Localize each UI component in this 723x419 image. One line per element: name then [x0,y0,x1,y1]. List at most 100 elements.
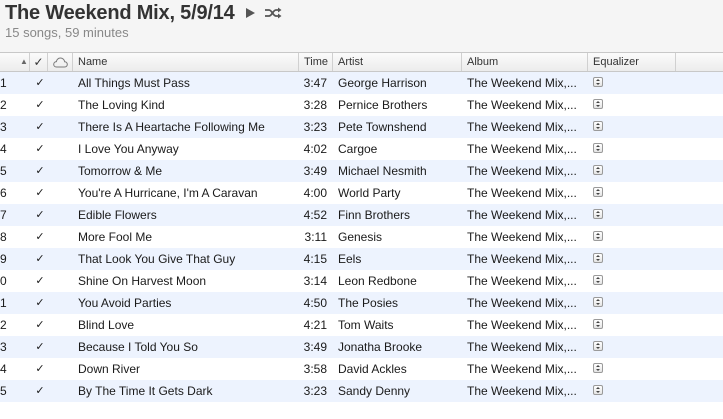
track-number: 7 [0,208,7,222]
track-artist: Eels [338,252,362,266]
equalizer-stepper-icon[interactable] [593,209,603,219]
track-name: More Fool Me [78,230,153,244]
equalizer-stepper-icon[interactable] [593,77,603,87]
track-time: 3:47 [303,76,327,90]
equalizer-stepper-icon[interactable] [593,341,603,351]
track-name: Shine On Harvest Moon [78,274,207,288]
track-time: 4:21 [303,318,327,332]
track-time: 3:14 [303,274,327,288]
track-checkbox[interactable]: ✓ [34,94,46,116]
track-time: 3:49 [303,164,327,178]
equalizer-stepper-icon[interactable] [593,319,603,329]
track-checkbox[interactable]: ✓ [34,204,46,226]
column-header-equalizer[interactable]: Equalizer [588,53,676,71]
track-artist: Michael Nesmith [338,164,427,178]
track-album: The Weekend Mix,... [467,76,577,90]
track-checkbox[interactable]: ✓ [34,160,46,182]
column-header-time[interactable]: Time [299,53,333,71]
track-equalizer [593,226,605,248]
equalizer-stepper-icon[interactable] [593,99,603,109]
track-name: Edible Flowers [78,208,157,222]
column-header-artist[interactable]: Artist [333,53,462,71]
playlist-summary: 15 songs, 59 minutes [5,25,129,40]
track-artist: The Posies [338,296,399,310]
track-checkbox[interactable]: ✓ [34,314,46,336]
track-time: 3:23 [303,120,327,134]
track-name: There Is A Heartache Following Me [78,120,265,134]
track-name: Blind Love [78,318,135,332]
track-album: The Weekend Mix,... [467,296,577,310]
track-row[interactable]: 2 ✓ The Loving Kind 3:28 Pernice Brothers The… [0,94,723,116]
track-artist: Sandy Denny [338,384,411,398]
track-checkbox[interactable]: ✓ [34,248,46,270]
track-checkbox[interactable]: ✓ [34,270,46,292]
track-album: The Weekend Mix,... [467,252,577,266]
track-number: 2 [0,98,7,112]
track-name: All Things Must Pass [78,76,190,90]
track-checkbox[interactable]: ✓ [34,182,46,204]
track-checkbox[interactable]: ✓ [34,138,46,160]
track-equalizer [593,336,605,358]
track-album: The Weekend Mix,... [467,186,577,200]
track-row[interactable]: 8 ✓ More Fool Me 3:11 Genesis The Weekend Mix… [0,226,723,248]
track-row[interactable]: 4 ✓ Down River 3:58 David Ackles The Weekend … [0,358,723,380]
track-checkbox[interactable]: ✓ [34,380,46,402]
track-time: 4:15 [303,252,327,266]
track-row[interactable]: 5 ✓ By The Time It Gets Dark 3:23 Sandy Denn… [0,380,723,402]
track-number: 9 [0,252,7,266]
sort-ascending-icon: ▲ [20,57,28,66]
track-checkbox[interactable]: ✓ [34,72,46,94]
track-checkbox[interactable]: ✓ [34,226,46,248]
track-time: 4:52 [303,208,327,222]
track-album: The Weekend Mix,... [467,208,577,222]
track-number: 8 [0,230,7,244]
track-artist: Cargoe [338,142,378,156]
track-row[interactable]: 7 ✓ Edible Flowers 4:52 Finn Brothers The Wee… [0,204,723,226]
track-album: The Weekend Mix,... [467,142,577,156]
equalizer-stepper-icon[interactable] [593,187,603,197]
track-row[interactable]: 5 ✓ Tomorrow & Me 3:49 Michael Nesmith The We… [0,160,723,182]
shuffle-icon[interactable] [264,3,282,23]
track-checkbox[interactable]: ✓ [34,116,46,138]
track-checkbox[interactable]: ✓ [34,358,46,380]
play-icon[interactable] [244,3,258,23]
track-row[interactable]: 9 ✓ That Look You Give That Guy 4:15 Eels The… [0,248,723,270]
column-header-name[interactable]: Name [73,53,299,71]
track-time: 4:02 [303,142,327,156]
equalizer-stepper-icon[interactable] [593,165,603,175]
track-album: The Weekend Mix,... [467,120,577,134]
track-row[interactable]: 1 ✓ All Things Must Pass 3:47 George Harriso… [0,72,723,94]
track-artist: World Party [338,186,401,200]
column-header-cloud[interactable] [48,53,73,71]
track-row[interactable]: 1 ✓ You Avoid Parties 4:50 The Posies The Wee… [0,292,723,314]
equalizer-stepper-icon[interactable] [593,143,603,153]
equalizer-stepper-icon[interactable] [593,121,603,131]
track-row[interactable]: 4 ✓ I Love You Anyway 4:02 Cargoe The Weekend… [0,138,723,160]
track-equalizer [593,204,605,226]
track-artist: Pete Townshend [338,120,427,134]
track-checkbox[interactable]: ✓ [34,336,46,358]
column-header-album[interactable]: Album [462,53,588,71]
equalizer-stepper-icon[interactable] [593,297,603,307]
track-checkbox[interactable]: ✓ [34,292,46,314]
track-album: The Weekend Mix,... [467,230,577,244]
track-equalizer [593,160,605,182]
equalizer-stepper-icon[interactable] [593,231,603,241]
equalizer-stepper-icon[interactable] [593,253,603,263]
track-artist: Tom Waits [338,318,394,332]
track-row[interactable]: 2 ✓ Blind Love 4:21 Tom Waits The Weekend Mix… [0,314,723,336]
track-number: 5 [0,384,7,398]
equalizer-stepper-icon[interactable] [593,385,603,395]
track-equalizer [593,116,605,138]
equalizer-stepper-icon[interactable] [593,275,603,285]
track-name: Because I Told You So [78,340,198,354]
column-header-check[interactable]: ✓ [30,53,48,71]
equalizer-stepper-icon[interactable] [593,363,603,373]
track-row[interactable]: 0 ✓ Shine On Harvest Moon 3:14 Leon Redbone T… [0,270,723,292]
track-number: 6 [0,186,7,200]
track-number: 3 [0,340,7,354]
track-row[interactable]: 3 ✓ There Is A Heartache Following Me 3:23 P… [0,116,723,138]
track-row[interactable]: 3 ✓ Because I Told You So 3:49 Jonatha Brook… [0,336,723,358]
column-header-number[interactable]: ▲ [0,53,30,71]
track-row[interactable]: 6 ✓ You're A Hurricane, I'm A Caravan 4:00 W… [0,182,723,204]
